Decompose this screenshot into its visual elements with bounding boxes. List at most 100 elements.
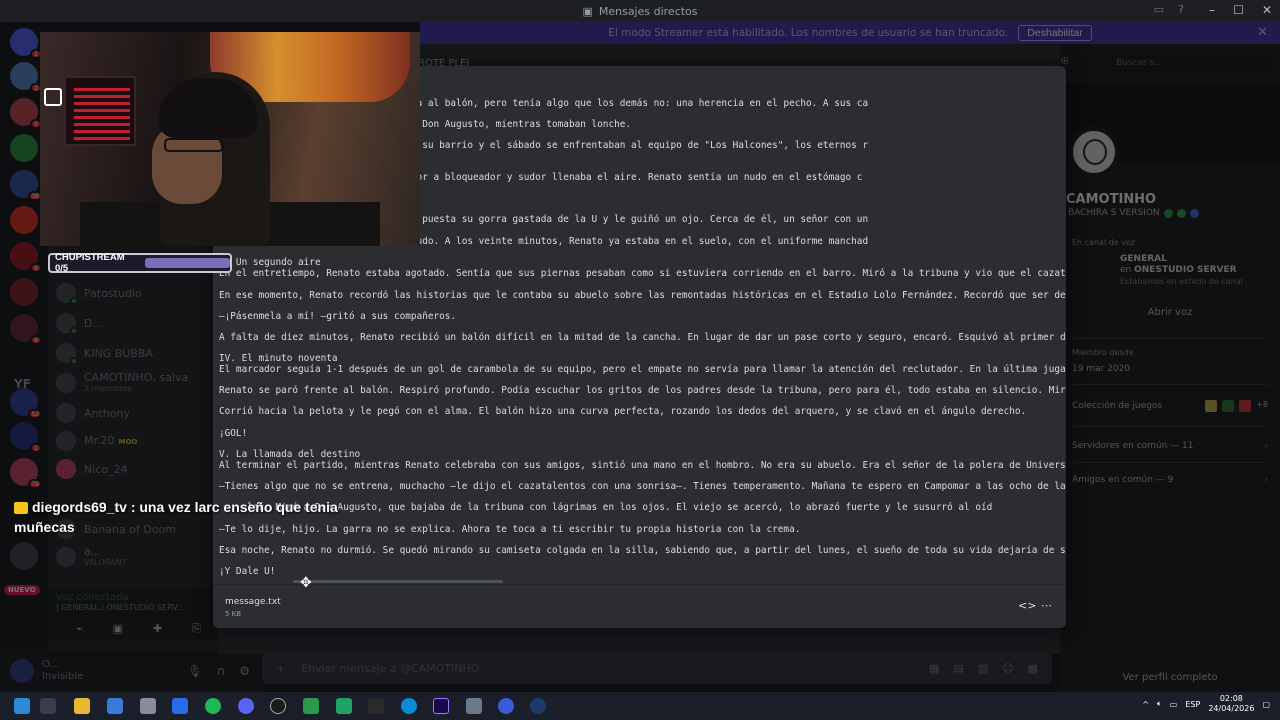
voice-server-prefix: en bbox=[1120, 265, 1132, 275]
task-view-icon[interactable] bbox=[40, 698, 56, 714]
file-line: En el entretiempo, Renato estaba agotado… bbox=[219, 268, 1066, 279]
composer-placeholder[interactable]: Enviar mensaje a @CAMOTINHO bbox=[301, 662, 479, 675]
profile-name: CAMOTINHO bbox=[1066, 192, 1157, 207]
disable-streamer-button[interactable]: Deshabilitar bbox=[1018, 25, 1092, 41]
server-icon[interactable] bbox=[10, 542, 38, 570]
dm-item[interactable]: KING BUBBA bbox=[56, 340, 216, 366]
maximize-button[interactable]: ☐ bbox=[1233, 3, 1244, 17]
horizontal-scrollbar[interactable] bbox=[293, 580, 503, 583]
user-status: Invisible bbox=[42, 671, 84, 682]
streamer-mode-banner: El modo Streamer está habilitado. Los no… bbox=[420, 22, 1280, 44]
file-name: message.txt bbox=[225, 597, 281, 607]
server-icon[interactable]: 5 bbox=[10, 98, 42, 129]
dm-item[interactable]: Anthony bbox=[56, 400, 216, 426]
server-icon[interactable] bbox=[10, 134, 38, 162]
clock[interactable]: 02:08 24/04/2026 bbox=[1208, 694, 1254, 714]
dm-item[interactable]: Mr.20 MOO bbox=[56, 428, 216, 454]
volume-icon[interactable]: 🔈︎ bbox=[1157, 699, 1162, 709]
plus-icon[interactable]: + bbox=[276, 662, 285, 675]
store-icon[interactable] bbox=[107, 698, 123, 714]
language-indicator[interactable]: ESP bbox=[1185, 700, 1200, 709]
user-profile-panel: ⊕ Buscar s... CAMOTINHO BACHIRA S VERSIO… bbox=[1060, 44, 1280, 692]
server-icon[interactable]: 38 bbox=[10, 170, 42, 201]
server-icon[interactable]: 4 bbox=[10, 314, 42, 345]
activity-icon[interactable]: ✚ bbox=[153, 622, 162, 636]
voice-channel-name: GENERAL bbox=[1120, 254, 1167, 264]
camera-icon[interactable]: ▣ bbox=[113, 622, 123, 636]
dm-item[interactable]: D... bbox=[56, 310, 216, 336]
server-icon[interactable]: 79 bbox=[10, 458, 42, 489]
dm-item[interactable]: CAMOTINHO, salva 3 miembros bbox=[56, 370, 216, 396]
gear-icon[interactable]: ⚙ bbox=[239, 664, 250, 678]
gif-icon[interactable]: ▤ bbox=[953, 662, 963, 675]
spotify-icon[interactable] bbox=[205, 698, 221, 714]
chevron-up-icon[interactable]: ^ bbox=[1142, 700, 1149, 709]
noise-suppression-icon[interactable]: ⌁ bbox=[76, 622, 83, 636]
badge-icon bbox=[1163, 208, 1173, 218]
server-icon[interactable]: 1 bbox=[10, 422, 42, 453]
mic-icon[interactable]: 🎙︎ bbox=[187, 664, 202, 678]
window-title: ▣ Mensajes directos bbox=[582, 5, 697, 18]
server-icon[interactable] bbox=[10, 278, 38, 306]
notification-icon[interactable]: ▢ bbox=[1262, 700, 1270, 709]
network-icon[interactable]: ▭ bbox=[1170, 700, 1178, 709]
server-icon[interactable]: 52 bbox=[10, 388, 42, 419]
user-name: O... bbox=[42, 659, 60, 670]
steam-icon[interactable] bbox=[530, 698, 546, 714]
discord-home-icon[interactable]: 1 bbox=[10, 28, 42, 59]
app-icon[interactable] bbox=[466, 698, 482, 714]
gift-icon[interactable]: ▦ bbox=[929, 662, 939, 675]
avatar[interactable] bbox=[10, 659, 34, 683]
app-icon[interactable] bbox=[498, 698, 514, 714]
excel-icon[interactable] bbox=[336, 698, 352, 714]
games-row[interactable]: Colección de juegos +8 bbox=[1072, 396, 1268, 416]
file-explorer-icon[interactable] bbox=[74, 698, 90, 714]
voice-channel[interactable]: | GENERAL / ONESTUDIO SERV... bbox=[56, 603, 210, 612]
games-label: Colección de juegos bbox=[1072, 401, 1163, 411]
file-line: Al terminar el partido, mientras Renato … bbox=[219, 460, 1066, 471]
open-voice-button[interactable]: Abrir voz bbox=[1070, 302, 1270, 324]
discord-icon[interactable] bbox=[238, 698, 254, 714]
sticker-icon[interactable]: ▧ bbox=[978, 662, 988, 675]
dm-item[interactable]: Patostudio bbox=[56, 280, 216, 306]
more-options-icon[interactable]: ⋯ bbox=[1041, 599, 1052, 612]
voice-card[interactable]: GENERAL en ONESTUDIO SERVER Estábamos en… bbox=[1070, 254, 1270, 296]
apps-icon[interactable]: ▩ bbox=[1028, 662, 1038, 675]
inbox-icon[interactable]: ▭ bbox=[1154, 3, 1164, 16]
avatar bbox=[56, 313, 78, 335]
search-input[interactable]: Buscar s... bbox=[1110, 54, 1270, 74]
server-icon[interactable]: 9 bbox=[10, 242, 42, 273]
view-full-profile-link[interactable]: Ver perfil completo bbox=[1060, 672, 1280, 683]
servers-in-common-row[interactable]: Servidores en común — 11 › bbox=[1072, 436, 1268, 456]
obs-icon[interactable] bbox=[270, 698, 286, 714]
close-banner-icon[interactable]: ✕ bbox=[1257, 25, 1268, 40]
help-icon[interactable]: ? bbox=[1178, 3, 1184, 16]
file-line: En ese momento, Renato recordó las histo… bbox=[219, 290, 1066, 301]
dm-item[interactable]: Nico_24 bbox=[56, 456, 216, 482]
emoji-icon[interactable]: ☺ bbox=[1002, 662, 1013, 675]
app-icon[interactable] bbox=[303, 698, 319, 714]
app-icon[interactable] bbox=[140, 698, 156, 714]
minimize-button[interactable]: – bbox=[1209, 3, 1215, 17]
message-composer[interactable]: + Enviar mensaje a @CAMOTINHO ▦ ▤ ▧ ☺ ▩ bbox=[262, 652, 1052, 684]
premiere-icon[interactable] bbox=[433, 698, 449, 714]
file-line: —Tienes algo que no se entrena, muchacho… bbox=[219, 481, 1066, 492]
server-icon[interactable]: 2 bbox=[10, 62, 42, 93]
edge-icon[interactable] bbox=[401, 698, 417, 714]
app-icon[interactable] bbox=[172, 698, 188, 714]
dm-item[interactable]: a... VALORANT bbox=[56, 544, 216, 570]
member-since-label: Miembro desde bbox=[1072, 348, 1134, 357]
server-icon[interactable] bbox=[10, 206, 38, 234]
close-window-button[interactable]: ✕ bbox=[1262, 3, 1272, 17]
screen-share-icon[interactable]: ⎘ bbox=[192, 622, 201, 636]
headphones-icon[interactable]: ∩ bbox=[216, 664, 225, 678]
start-icon[interactable] bbox=[14, 698, 30, 714]
code-view-icon[interactable]: <> bbox=[1018, 599, 1036, 612]
clock-time: 02:08 bbox=[1219, 694, 1243, 703]
dm-name: Patostudio bbox=[84, 286, 142, 300]
app-icon[interactable] bbox=[368, 698, 384, 714]
profile-avatar[interactable] bbox=[1068, 126, 1120, 178]
avatar bbox=[56, 459, 76, 479]
friends-in-common-row[interactable]: Amigos en común — 9 › bbox=[1072, 470, 1268, 490]
window-title-text: Mensajes directos bbox=[598, 4, 698, 18]
